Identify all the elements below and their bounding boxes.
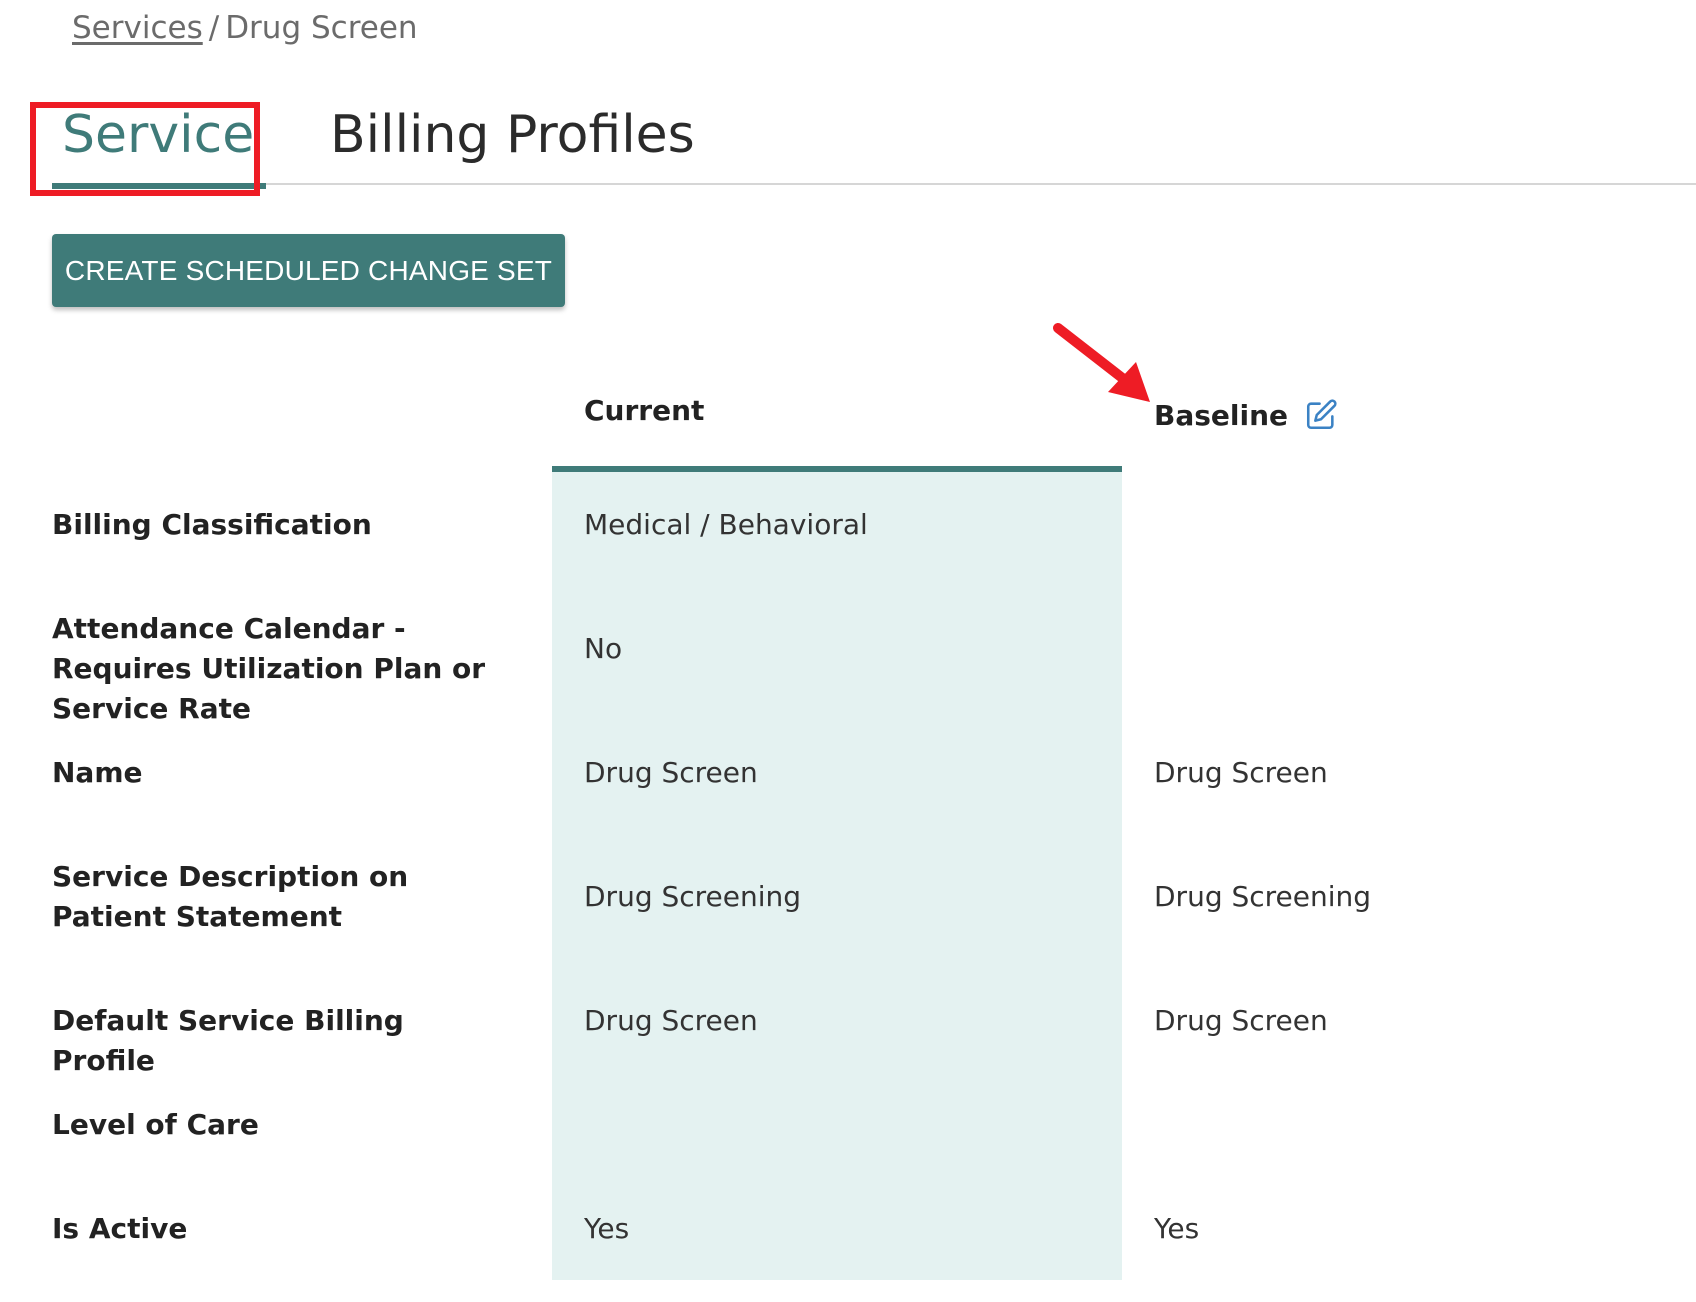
row-label-default-billing-profile: Default Service Billing Profile [52,1004,404,1077]
tab-billing-profiles-label: Billing Profiles [330,105,695,165]
annotation-highlight-box [30,102,260,196]
breadcrumb-separator: / [208,10,220,46]
cell-current-billing-classification: Medical / Behavioral [584,508,868,541]
cell-baseline-name: Drug Screen [1154,756,1328,789]
tab-billing-profiles[interactable]: Billing Profiles [330,109,695,161]
column-header-baseline-label: Baseline [1154,398,1289,432]
breadcrumb: Services / Drug Screen [72,10,418,46]
cell-current-attendance-calendar: No [584,632,623,665]
row-label-level-of-care: Level of Care [52,1108,259,1141]
create-scheduled-change-set-button[interactable]: CREATE SCHEDULED CHANGE SET [52,234,565,307]
row-label-name: Name [52,756,143,789]
breadcrumb-link-services[interactable]: Services [72,10,203,46]
cell-current-service-description: Drug Screening [584,880,802,913]
row-label-is-active: Is Active [52,1212,188,1245]
cell-current-default-billing-profile: Drug Screen [584,1004,758,1037]
edit-icon[interactable] [1304,398,1338,432]
column-header-baseline: Baseline [1154,398,1338,432]
cell-baseline-service-description: Drug Screening [1154,880,1372,913]
row-label-billing-classification: Billing Classification [52,508,372,541]
column-header-current: Current [584,394,705,427]
cell-baseline-default-billing-profile: Drug Screen [1154,1004,1328,1037]
row-label-service-description: Service Description on Patient Statement [52,860,409,933]
arrow-icon [1053,323,1150,402]
current-column [552,466,1122,1280]
cell-current-is-active: Yes [584,1212,630,1245]
cell-current-name: Drug Screen [584,756,758,789]
breadcrumb-current: Drug Screen [225,10,418,46]
cell-baseline-is-active: Yes [1154,1212,1200,1245]
row-label-attendance-calendar: Attendance Calendar - Requires Utilizati… [52,612,486,725]
tab-bar-divider [262,183,1696,185]
